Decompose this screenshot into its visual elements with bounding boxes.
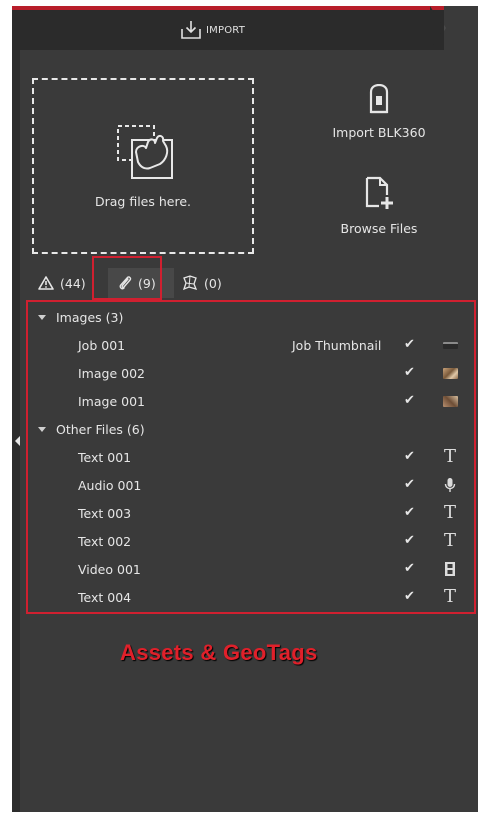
thumbnail-dark-img [442,341,458,349]
group-images[interactable]: Images (3) [28,304,474,332]
text-glyph: T [443,586,456,607]
browse-files-label: Browse Files [340,221,418,236]
group-images-label: Images (3) [56,310,124,325]
item-name: Audio 001 [78,478,142,493]
group-other-files[interactable]: Other Files (6) [28,416,474,444]
text-glyph: T [443,530,456,551]
import-header: IMPORT [12,6,478,50]
item-name: Video 001 [78,562,141,577]
item-name: Image 001 [78,394,145,409]
check-icon[interactable]: ✔ [404,589,415,604]
check-icon[interactable]: ✔ [404,449,415,464]
list-item[interactable]: Job 001 Job Thumbnail ✔ [28,332,474,360]
item-name: Job 001 [78,338,126,353]
film-svg [445,562,455,576]
blk360-device-icon [369,83,389,114]
list-item[interactable]: Video 001 ✔ [28,556,474,584]
import-blk360-button[interactable]: Import BLK360 [304,83,454,140]
import-label: IMPORT [206,24,246,36]
list-item[interactable]: Image 002 ✔ [28,360,474,388]
check-icon[interactable]: ✔ [404,561,415,576]
import-blk360-label: Import BLK360 [332,125,426,140]
item-name: Image 002 [78,366,145,381]
tab-arrow [430,6,444,50]
thumbnail-dark [440,335,460,355]
text-icon: T [440,587,460,607]
check-icon[interactable]: ✔ [404,337,415,352]
microphone-icon [440,475,460,495]
text-icon: T [440,531,460,551]
list-item[interactable]: Text 002 ✔ T [28,528,474,556]
thumbnail-photo-img [442,395,458,407]
tab-geotags[interactable]: (0) [178,268,234,298]
item-name: Text 002 [78,534,132,549]
active-tab-highlight [92,256,162,300]
drag-hand-icon [117,125,173,179]
warning-icon [38,276,54,290]
import-tray-icon [181,21,201,39]
text-icon: T [440,447,460,467]
check-icon[interactable]: ✔ [404,365,415,380]
assets-list: Images (3) Job 001 Job Thumbnail ✔ Image… [26,300,476,614]
check-icon[interactable]: ✔ [404,505,415,520]
text-glyph: T [443,446,456,467]
browse-files-button[interactable]: Browse Files [304,176,454,236]
caret-down-icon[interactable] [38,427,46,432]
list-item[interactable]: Image 001 ✔ [28,388,474,416]
check-icon[interactable]: ✔ [404,393,415,408]
item-name: Text 003 [78,506,132,521]
item-name: Text 004 [78,590,132,605]
microphone-svg [444,478,456,492]
tab-geotags-count: (0) [204,275,222,291]
group-other-files-label: Other Files (6) [56,422,145,437]
header-right-area [446,6,478,50]
caret-down-icon[interactable] [38,315,46,320]
drop-zone[interactable]: Drag files here. [32,78,254,254]
tab-warnings-count: (44) [60,275,86,291]
import-title[interactable]: IMPORT [180,19,245,41]
text-glyph: T [443,502,456,523]
item-name: Text 001 [78,450,132,465]
thumbnail-photo [440,363,460,383]
check-icon[interactable]: ✔ [404,477,415,492]
list-item[interactable]: Text 003 ✔ T [28,500,474,528]
film-icon [440,559,460,579]
list-item[interactable]: Text 004 ✔ T [28,584,474,612]
left-rail [12,6,20,812]
drop-zone-text: Drag files here. [95,194,191,209]
geotag-icon [182,275,198,291]
caption-assets-geotags: Assets & GeoTags [120,640,318,665]
thumbnail-photo-img [442,367,458,379]
thumbnail-photo [440,391,460,411]
add-file-icon [365,176,393,209]
collapse-panel-arrow-icon[interactable] [15,436,20,446]
list-item[interactable]: Audio 001 ✔ [28,472,474,500]
job-thumbnail-label: Job Thumbnail [292,338,382,353]
check-icon[interactable]: ✔ [404,533,415,548]
list-item[interactable]: Text 001 ✔ T [28,444,474,472]
text-icon: T [440,503,460,523]
